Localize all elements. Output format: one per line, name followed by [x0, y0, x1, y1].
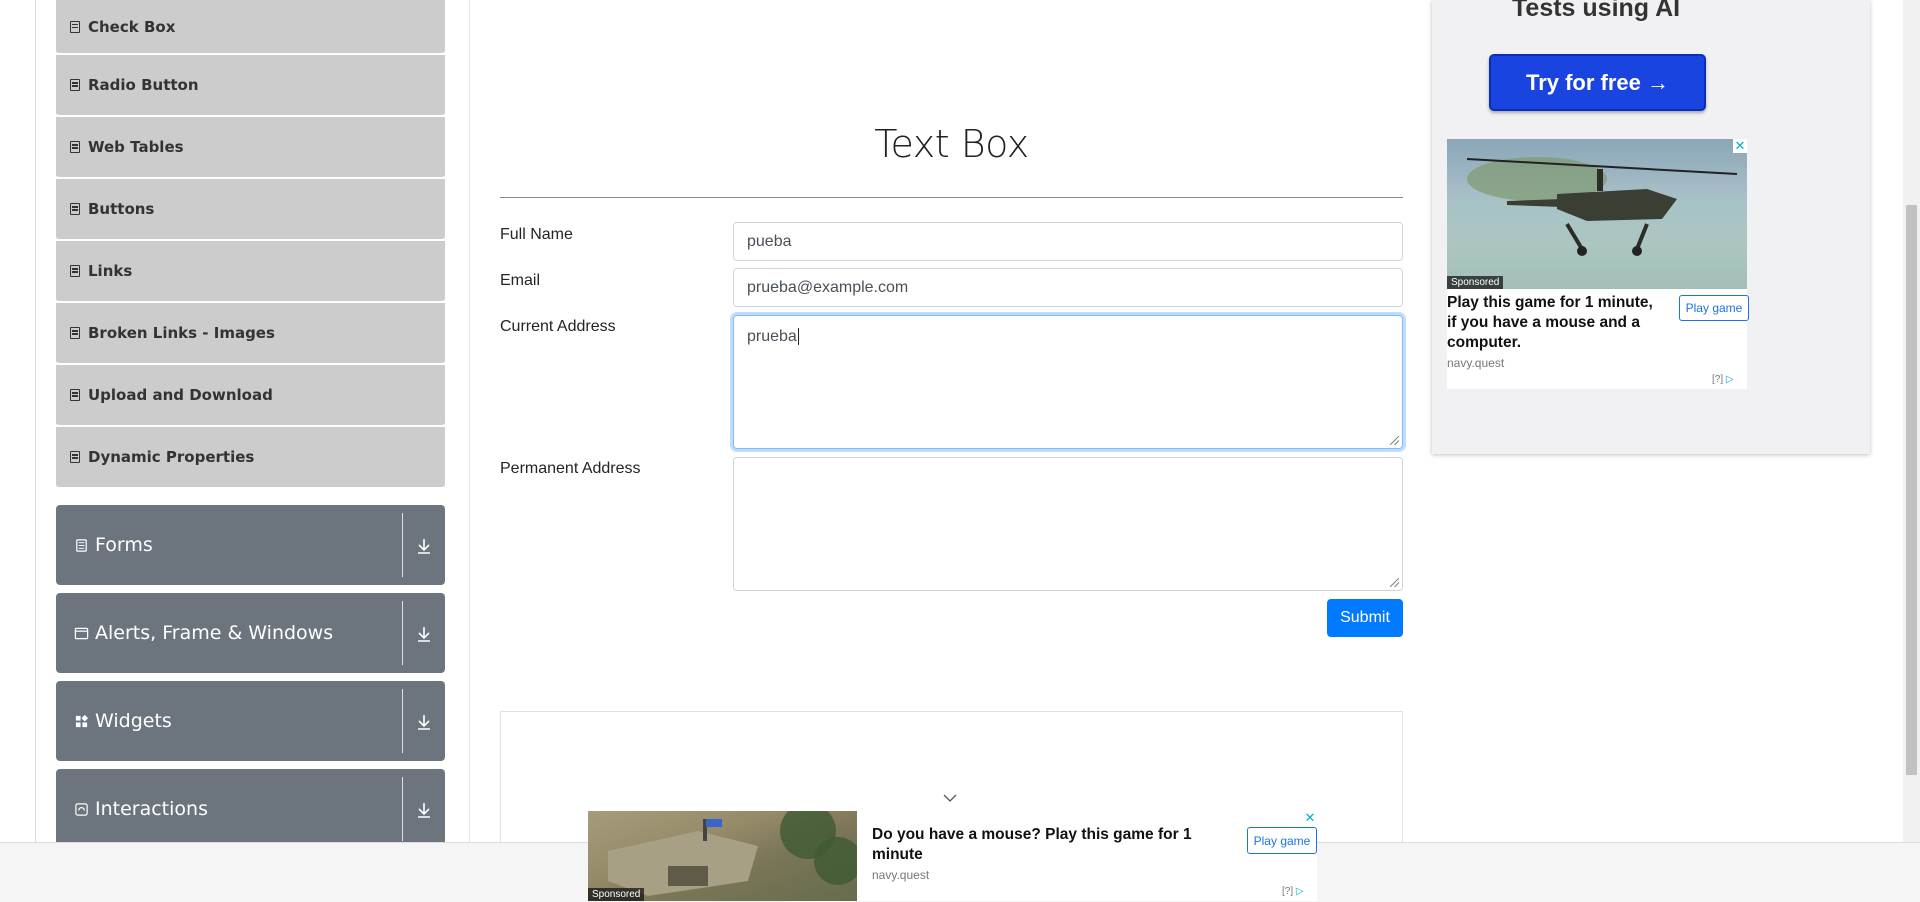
resize-grip-icon[interactable]	[1390, 578, 1399, 587]
close-icon[interactable]: ✕	[1303, 811, 1317, 825]
sidebar-group-label: Forms	[95, 534, 153, 556]
sidebar-item-label: Dynamic Properties	[88, 448, 255, 466]
download-icon[interactable]	[413, 623, 435, 645]
sidebar-item-label: Web Tables	[88, 138, 184, 156]
current-address-value: prueba	[747, 328, 797, 345]
email-label: Email	[500, 272, 541, 289]
close-icon[interactable]: ✕	[1733, 139, 1747, 153]
content-divider	[469, 0, 470, 842]
adchoices-label: [?]	[1712, 374, 1724, 385]
sidebar-item-label: Links	[88, 262, 133, 280]
sidebar-item-links[interactable]: Links	[56, 241, 445, 303]
download-icon[interactable]	[413, 711, 435, 733]
html-file-icon	[70, 79, 80, 91]
sidebar-item-dynamic-properties[interactable]: Dynamic Properties	[56, 427, 445, 489]
title-divider	[500, 197, 1403, 198]
right-ad-banner: Tests using AI Try for free → Sponsored …	[1432, 0, 1870, 454]
sidebar-group-label: Widgets	[95, 710, 172, 732]
html-file-icon	[70, 451, 80, 463]
sidebar-item-label: Broken Links - Images	[88, 324, 275, 342]
html-file-icon	[70, 203, 80, 215]
email-value: prueba@example.com	[747, 278, 909, 296]
ad-domain[interactable]: navy.quest	[872, 868, 929, 882]
helicopter-illustration	[1447, 157, 1747, 289]
sidebar-group-label: Interactions	[95, 798, 208, 820]
adchoices-triangle-icon: ▷	[1295, 886, 1304, 897]
html-file-icon	[70, 141, 80, 153]
sidebar-item-web-tables[interactable]: Web Tables	[56, 117, 445, 179]
window-icon	[74, 627, 89, 639]
adchoices-icon[interactable]: [?] ▷	[1712, 374, 1734, 385]
header-separator	[402, 689, 403, 753]
download-icon[interactable]	[413, 535, 435, 557]
html-file-icon	[70, 327, 80, 339]
permanent-address-textarea[interactable]	[733, 457, 1403, 591]
text-cursor	[797, 328, 799, 345]
scrollbar-thumb[interactable]	[1906, 205, 1917, 775]
sidebar-item-buttons[interactable]: Buttons	[56, 179, 445, 241]
adchoices-label: [?]	[1282, 886, 1294, 897]
sidebar-group-interactions[interactable]: Interactions	[56, 769, 445, 849]
sidebar-item-label: Buttons	[88, 200, 155, 218]
left-divider	[35, 0, 36, 842]
resize-grip-icon[interactable]	[1390, 436, 1399, 445]
current-address-label: Current Address	[500, 318, 616, 335]
email-input[interactable]: prueba@example.com	[733, 268, 1403, 307]
sponsored-label: Sponsored	[588, 888, 645, 901]
download-icon[interactable]	[413, 799, 435, 821]
html-file-icon	[70, 265, 80, 277]
try-for-free-button[interactable]: Try for free →	[1489, 54, 1706, 111]
helicopter-image[interactable]: Sponsored	[1447, 139, 1747, 289]
current-address-textarea[interactable]: prueba	[733, 315, 1403, 449]
document-icon	[76, 538, 87, 552]
sidebar-item-check-box[interactable]: Check Box	[56, 0, 445, 55]
sidebar-group-forms[interactable]: Forms	[56, 505, 445, 585]
page-title: Text Box	[874, 122, 1029, 166]
submit-button[interactable]: Submit	[1327, 599, 1403, 637]
bottom-ad-text[interactable]: Do you have a mouse? Play this game for …	[872, 825, 1212, 865]
sidebar: Check Box Radio Button Web Tables Button…	[56, 0, 445, 849]
sidebar-group-label: Alerts, Frame & Windows	[95, 622, 334, 644]
play-game-button[interactable]: Play game	[1679, 295, 1749, 321]
full-name-value: pueba	[747, 232, 792, 250]
full-name-label: Full Name	[500, 226, 573, 243]
sidebar-group-widgets[interactable]: Widgets	[56, 681, 445, 761]
tank-image[interactable]: Sponsored	[588, 811, 857, 901]
adchoices-icon[interactable]: [?] ▷	[1282, 886, 1304, 897]
sponsored-label: Sponsored	[1447, 276, 1504, 289]
sidebar-item-label: Upload and Download	[88, 386, 273, 404]
header-separator	[402, 601, 403, 665]
sidebar-item-label: Radio Button	[88, 76, 199, 94]
ad-headline: Tests using AI	[1512, 0, 1681, 22]
widgets-icon	[75, 714, 89, 727]
sidebar-item-label: Check Box	[88, 17, 176, 36]
sidebar-item-radio-button[interactable]: Radio Button	[56, 55, 445, 117]
full-name-input[interactable]: pueba	[733, 222, 1403, 261]
adchoices-triangle-icon: ▷	[1725, 374, 1734, 385]
play-game-button[interactable]: Play game	[1247, 827, 1317, 854]
ad-card[interactable]: Sponsored ✕ Play this game for 1 minute,…	[1447, 139, 1749, 389]
header-separator	[402, 777, 403, 841]
sidebar-group-alerts[interactable]: Alerts, Frame & Windows	[56, 593, 445, 673]
ad-body-text[interactable]: Play this game for 1 minute, if you have…	[1447, 293, 1662, 353]
bottom-ad-banner[interactable]: Sponsored Do you have a mouse? Play this…	[588, 811, 1317, 901]
chevron-down-icon[interactable]	[943, 794, 957, 802]
permanent-address-label: Permanent Address	[500, 460, 641, 477]
interactions-icon	[75, 802, 88, 816]
html-file-icon	[70, 389, 80, 401]
sidebar-item-broken-links[interactable]: Broken Links - Images	[56, 303, 445, 365]
ad-domain[interactable]: navy.quest	[1447, 356, 1504, 370]
sidebar-item-upload-download[interactable]: Upload and Download	[56, 365, 445, 427]
html-file-icon	[70, 20, 80, 33]
header-separator	[402, 513, 403, 577]
